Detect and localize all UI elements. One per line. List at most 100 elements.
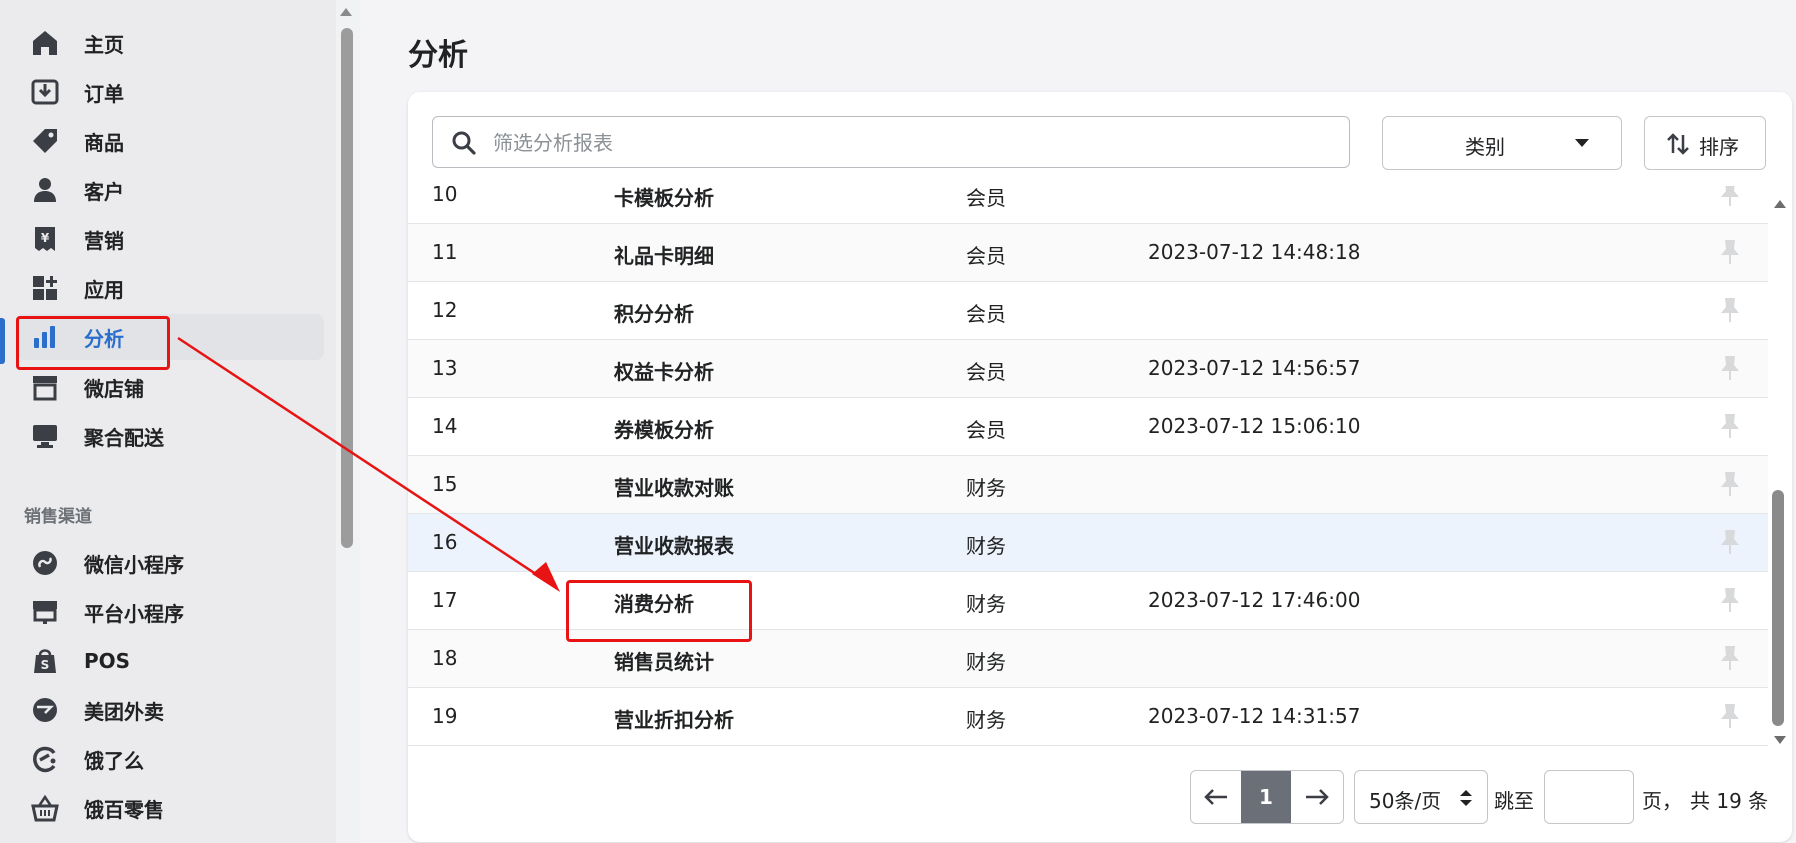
active-indicator [0, 318, 5, 364]
monitor-icon [30, 421, 60, 451]
tag-icon [30, 126, 60, 156]
table-row[interactable]: 12 积分分析 会员 [408, 282, 1768, 340]
pin-icon[interactable] [1718, 186, 1742, 208]
sidebar-item-home[interactable]: 主页 [16, 20, 324, 66]
sidebar-item-products[interactable]: 商品 [16, 118, 324, 164]
report-name[interactable]: 礼品卡明细 [614, 240, 714, 269]
sidebar-channel-meituan[interactable]: 美团外卖 [16, 687, 324, 733]
report-category: 会员 [966, 302, 1006, 326]
report-name[interactable]: 营业收款报表 [614, 530, 734, 559]
pin-icon[interactable] [1718, 296, 1742, 324]
pin-icon[interactable] [1718, 470, 1742, 498]
per-page-select[interactable]: 50条/页 [1354, 770, 1488, 824]
sidebar-item-label: 商品 [84, 130, 124, 155]
sidebar-scrollbar[interactable] [341, 28, 353, 548]
sidebar-channel-pos[interactable]: S POS [16, 638, 324, 684]
basket-icon [30, 793, 60, 823]
report-time: 2023-07-12 17:46:00 [1148, 588, 1361, 612]
sidebar-item-label: 饿百零售 [84, 797, 164, 822]
arrow-right-icon [1306, 789, 1329, 805]
store-icon [30, 372, 60, 402]
table-row[interactable]: 11 礼品卡明细 会员 2023-07-12 14:48:18 [408, 224, 1768, 282]
row-index: 11 [432, 240, 458, 264]
per-page-value: 50条/页 [1369, 789, 1442, 813]
prev-page-button[interactable] [1191, 771, 1241, 823]
annotation-box-consumption-analysis [566, 580, 752, 642]
report-category: 会员 [966, 244, 1006, 268]
platform-store-icon [30, 597, 60, 627]
row-index: 15 [432, 472, 458, 496]
home-icon [30, 28, 60, 58]
pin-icon[interactable] [1718, 702, 1742, 730]
report-category: 会员 [966, 186, 1006, 210]
report-name[interactable]: 券模板分析 [614, 414, 714, 443]
sidebar-item-label: 主页 [84, 32, 124, 57]
svg-text:S: S [41, 658, 50, 672]
row-index: 19 [432, 704, 458, 728]
report-name[interactable]: 销售员统计 [614, 646, 714, 675]
sidebar-item-label: 平台小程序 [84, 601, 184, 626]
sidebar-channel-eleme[interactable]: 饿了么 [16, 736, 324, 782]
sidebar-scroll-up-arrow[interactable] [340, 8, 352, 16]
jump-page-input[interactable] [1544, 770, 1634, 824]
reports-table: 10 卡模板分析 会员 11 礼品卡明细 会员 2023-07-12 14:48… [408, 186, 1768, 756]
table-row[interactable]: 16 营业收款报表 财务 [408, 514, 1768, 572]
annotation-box-analytics [16, 316, 170, 370]
sidebar-item-customers[interactable]: 客户 [16, 167, 324, 213]
table-row[interactable]: 14 券模板分析 会员 2023-07-12 15:06:10 [408, 398, 1768, 456]
sort-label: 排序 [1699, 135, 1739, 159]
report-name[interactable]: 营业折扣分析 [614, 704, 734, 733]
sidebar-item-delivery[interactable]: 聚合配送 [16, 413, 324, 459]
apps-icon [30, 273, 60, 303]
caret-down-icon [1575, 139, 1589, 147]
report-category: 财务 [966, 708, 1006, 732]
miniprogram-icon [30, 548, 60, 578]
report-name[interactable]: 权益卡分析 [614, 356, 714, 385]
eleme-icon [30, 744, 60, 774]
sidebar-channel-ebai-retail[interactable]: 饿百零售 [16, 785, 324, 831]
report-time: 2023-07-12 14:56:57 [1148, 356, 1361, 380]
report-time: 2023-07-12 14:48:18 [1148, 240, 1361, 264]
pin-icon[interactable] [1718, 586, 1742, 614]
report-name[interactable]: 营业收款对账 [614, 472, 734, 501]
table-row[interactable]: 15 营业收款对账 财务 [408, 456, 1768, 514]
current-page[interactable]: 1 [1241, 771, 1291, 823]
sidebar-item-label: 应用 [84, 277, 124, 302]
sidebar-item-label: 营销 [84, 228, 124, 253]
search-input[interactable] [491, 125, 1325, 161]
person-icon [30, 175, 60, 205]
next-page-button[interactable] [1291, 771, 1343, 823]
report-time: 2023-07-12 15:06:10 [1148, 414, 1361, 438]
table-row[interactable]: 13 权益卡分析 会员 2023-07-12 14:56:57 [408, 340, 1768, 398]
table-scroll-down-arrow[interactable] [1774, 736, 1786, 744]
sidebar-item-marketing[interactable]: ¥ 营销 [16, 216, 324, 262]
sidebar-item-orders[interactable]: 订单 [16, 69, 324, 115]
sort-button[interactable]: 排序 [1644, 116, 1766, 170]
select-arrows-icon [1459, 787, 1473, 809]
table-scrollbar[interactable] [1772, 490, 1784, 726]
pagination: 1 [1190, 770, 1344, 824]
pin-icon[interactable] [1718, 412, 1742, 440]
category-filter-button[interactable]: 类别 [1382, 116, 1622, 170]
sidebar-item-label: 美团外卖 [84, 699, 164, 724]
arrow-left-icon [1204, 789, 1227, 805]
row-index: 14 [432, 414, 458, 438]
sidebar-item-label: 客户 [84, 179, 124, 204]
report-name[interactable]: 积分分析 [614, 298, 694, 327]
search-box[interactable] [432, 116, 1350, 168]
table-row[interactable]: 10 卡模板分析 会员 [408, 186, 1768, 224]
report-name[interactable]: 卡模板分析 [614, 186, 714, 211]
pos-bag-icon: S [30, 646, 60, 676]
page-unit-label: 页， [1642, 789, 1682, 813]
sidebar-item-label: POS [84, 649, 131, 673]
sidebar-channel-wechat-miniprogram[interactable]: 微信小程序 [16, 540, 324, 586]
sidebar-item-microstore[interactable]: 微店铺 [16, 364, 324, 410]
sidebar-channel-platform-miniprogram[interactable]: 平台小程序 [16, 589, 324, 635]
sidebar-item-apps[interactable]: 应用 [16, 265, 324, 311]
pin-icon[interactable] [1718, 354, 1742, 382]
pin-icon[interactable] [1718, 528, 1742, 556]
pin-icon[interactable] [1718, 238, 1742, 266]
table-scroll-up-arrow[interactable] [1774, 200, 1786, 208]
pin-icon[interactable] [1718, 644, 1742, 672]
table-row[interactable]: 19 营业折扣分析 财务 2023-07-12 14:31:57 [408, 688, 1768, 746]
